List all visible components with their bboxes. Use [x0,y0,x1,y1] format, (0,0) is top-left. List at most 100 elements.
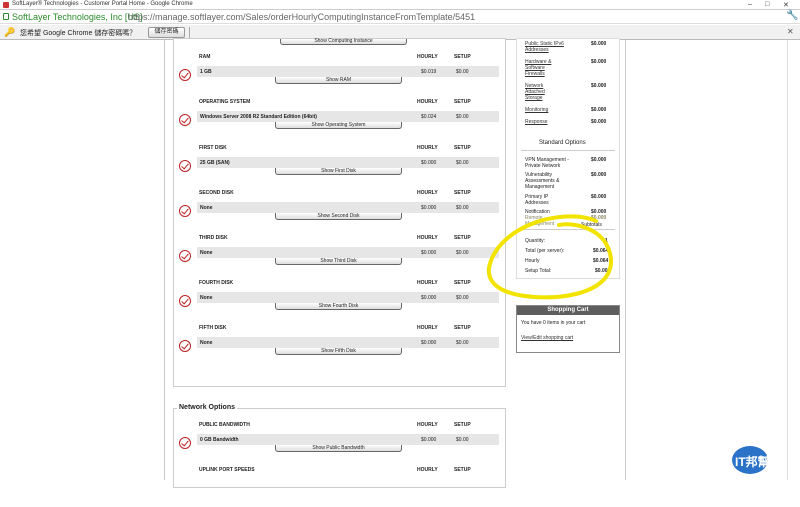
page-right-border [625,40,626,480]
price-value: $0.000 [591,119,607,125]
selected-option-row[interactable]: None $0.000 $0.00 [197,247,499,258]
setup-header: SETUP [454,99,471,105]
ram-section: RAM HOURLY SETUP 1 GB $0.019 $0.00 Show … [174,49,514,94]
third-disk-section: THIRD DISK HOURLY SETUP None $0.000 $0.0… [174,230,514,275]
std-vpn-management: VPN Management - Private Network [525,157,569,169]
option-value: None [200,205,213,211]
setup-price: $0.00 [456,160,469,166]
hourly-header: HOURLY [417,235,438,241]
hourly-price: $0.019 [421,69,437,75]
minimize-button[interactable]: – [748,1,752,8]
selected-option-row[interactable]: None $0.000 $0.00 [197,202,499,213]
server-options-panel: Show Computing Instance RAM HOURLY SETUP… [173,38,506,387]
infobar-dropdown[interactable] [189,27,194,38]
show-fifth-disk-button[interactable]: Show Fifth Disk [275,348,402,355]
watermark-text: IT邦幫忙 [735,455,782,469]
selected-option-row[interactable]: None $0.000 $0.00 [197,292,499,303]
uplink-port-speeds-section: UPLINK PORT SPEEDS HOURLY SETUP [174,462,514,507]
key-icon: 🔑 [4,27,16,37]
shopping-cart-title: Shopping Cart [517,306,619,315]
show-computing-instance-button[interactable]: Show Computing Instance [280,39,407,45]
link-response[interactable]: Response [525,119,548,125]
section-title: OPERATING SYSTEM [199,99,251,105]
section-title: THIRD DISK [199,235,228,241]
fourth-disk-section: FOURTH DISK HOURLY SETUP None $0.000 $0.… [174,275,514,320]
price-value: $0.000 [591,172,607,178]
setup-header: SETUP [454,190,471,196]
setup-price: $0.00 [456,295,469,301]
check-icon [179,205,191,217]
shopping-cart-box: Shopping Cart You have 0 items in your c… [516,305,620,353]
check-icon [179,69,191,81]
ithome-watermark: IT邦幫忙 [730,440,800,480]
setup-header: SETUP [454,145,471,151]
selected-option-row[interactable]: 0 GB Bandwidth $0.000 $0.00 [197,434,499,445]
close-window-button[interactable]: ✕ [783,1,789,9]
show-operating-system-button[interactable]: Show Operating System [275,122,402,129]
save-password-button[interactable]: 儲存密碼 [148,27,185,38]
setup-price: $0.00 [456,437,469,443]
infobar-close-icon[interactable]: ✕ [787,27,794,36]
softlayer-favicon-icon [3,2,9,8]
price-value: $0.000 [591,107,607,113]
show-first-disk-button[interactable]: Show First Disk [275,168,402,175]
option-value: Windows Server 2008 R2 Standard Edition … [200,114,317,120]
section-title: FIRST DISK [199,145,227,151]
hourly-header: HOURLY [417,325,438,331]
standard-options-title: Standard Options [539,140,586,146]
show-fourth-disk-button[interactable]: Show Fourth Disk [275,303,402,310]
section-title: UPLINK PORT SPEEDS [199,467,255,473]
selected-option-row[interactable]: Windows Server 2008 R2 Standard Edition … [197,111,499,122]
selected-option-row[interactable]: None $0.000 $0.00 [197,337,499,348]
link-monitoring[interactable]: Monitoring [525,107,548,113]
selected-option-row[interactable]: 1 GB $0.019 $0.00 [197,66,499,77]
show-third-disk-button[interactable]: Show Third Disk [275,258,402,265]
setup-header: SETUP [454,422,471,428]
check-icon [179,250,191,262]
link-network-attached-storage[interactable]: Network Attached Storage [525,83,559,101]
hourly-price: $0.000 [421,250,437,256]
network-options-title: Network Options [177,404,238,411]
hourly-price: $0.000 [421,295,437,301]
view-edit-cart-link[interactable]: View/Edit shopping cart [521,335,573,341]
show-ram-button[interactable]: Show RAM [275,77,402,84]
check-icon [179,114,191,126]
hourly-price: $0.000 [421,340,437,346]
section-title: FOURTH DISK [199,280,234,286]
first-disk-section: FIRST DISK HOURLY SETUP 25 GB (SAN) $0.0… [174,140,514,185]
option-value: None [200,250,213,256]
setup-price: $0.00 [456,114,469,120]
option-value: None [200,295,213,301]
link-public-static-ipv6[interactable]: Public Static IPv6 Addresses [525,41,585,53]
window-title: SoftLayer® Technologies - Customer Porta… [12,1,193,7]
setup-header: SETUP [454,280,471,286]
section-title: PUBLIC BANDWIDTH [199,422,250,428]
link-hardware-software-firewalls[interactable]: Hardware & Software Firewalls [525,59,565,77]
hourly-header: HOURLY [417,190,438,196]
show-second-disk-button[interactable]: Show Second Disk [275,213,402,220]
fifth-disk-section: FIFTH DISK HOURLY SETUP None $0.000 $0.0… [174,320,514,365]
section-title: RAM [199,54,211,60]
show-public-bandwidth-button[interactable]: Show Public Bandwidth [275,445,402,452]
hourly-header: HOURLY [417,99,438,105]
setup-price: $0.00 [456,205,469,211]
std-vulnerability-assessments: Vulnerability Assessments & Management [525,172,560,190]
setup-header: SETUP [454,467,471,473]
infobar-message: 您希望 Google Chrome 儲存密碼嗎？ [20,30,137,37]
setup-price: $0.00 [456,69,469,75]
maximize-button[interactable]: □ [765,1,769,8]
url-text[interactable]: https://manage.softlayer.com/Sales/order… [128,12,475,22]
site-identity[interactable]: SoftLayer Technologies, Inc [US] [12,12,142,22]
hourly-price: $0.000 [421,437,437,443]
setup-header: SETUP [454,54,471,60]
selected-option-row[interactable]: 25 GB (SAN) $0.000 $0.00 [197,157,499,168]
wrench-menu-icon[interactable]: 🔧 [786,10,798,21]
check-icon [179,160,191,172]
setup-header: SETUP [454,325,471,331]
price-value: $0.000 [591,157,607,163]
option-value: None [200,340,213,346]
hourly-header: HOURLY [417,422,438,428]
address-bar[interactable]: SoftLayer Technologies, Inc [US] https:/… [0,10,800,24]
option-value: 0 GB Bandwidth [200,437,239,443]
scrollbar-track[interactable] [787,40,788,480]
